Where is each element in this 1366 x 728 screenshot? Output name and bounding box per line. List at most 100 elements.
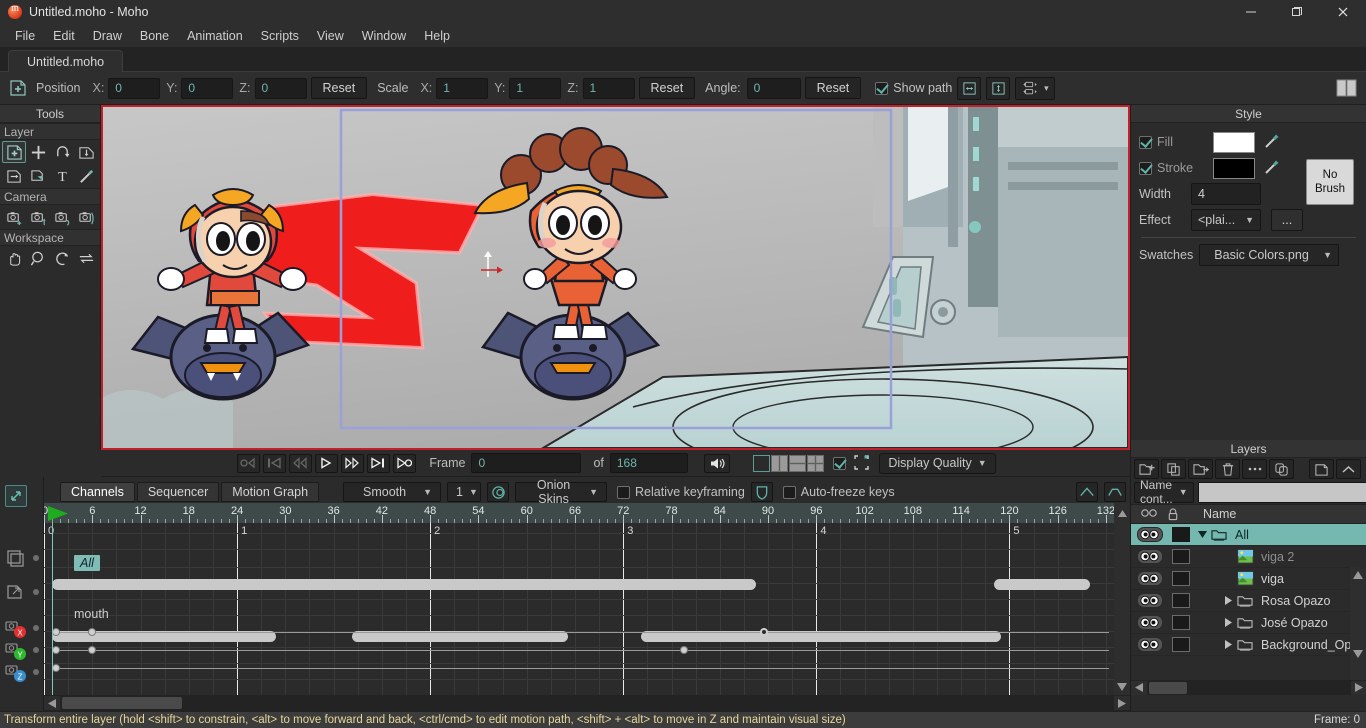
layers-filter-mode-select[interactable]: Name cont... ▼ (1134, 478, 1194, 506)
interp-count-select[interactable]: 1 ▼ (447, 482, 482, 502)
help-book-icon[interactable] (1336, 78, 1358, 98)
roll-camera-tool[interactable] (50, 206, 74, 228)
layer-row[interactable]: Background_Opaz (1131, 634, 1366, 656)
pan-workspace-tool[interactable] (2, 247, 26, 269)
chevron-right-icon[interactable] (1222, 596, 1234, 605)
camera-y-channel-icon[interactable]: Y (5, 639, 27, 661)
tab-sequencer[interactable]: Sequencer (136, 482, 220, 502)
document-tab[interactable]: Untitled.moho (8, 50, 124, 72)
close-button[interactable] (1320, 0, 1366, 24)
layer-row[interactable]: All (1131, 524, 1366, 546)
menu-file[interactable]: File (6, 26, 44, 46)
origin-channel-icon[interactable] (5, 581, 27, 603)
layer-color-chip[interactable] (1172, 593, 1190, 608)
layer-visibility-toggle[interactable] (1137, 637, 1163, 652)
onion-skin-toggle-button[interactable] (487, 482, 510, 502)
pan-tilt-camera-tool[interactable] (74, 206, 98, 228)
nudge-tool-button[interactable]: ▾ (1015, 76, 1056, 100)
rotate-layer-tool[interactable] (50, 141, 74, 163)
layers-vertical-scrollbar[interactable] (1350, 567, 1366, 684)
position-x-input[interactable]: 0 (108, 77, 161, 99)
audio-toggle-button[interactable] (703, 453, 730, 473)
graph-peak-button[interactable] (1076, 482, 1098, 502)
more-options-button[interactable] (1242, 459, 1267, 479)
canvas-viewport[interactable] (101, 105, 1130, 450)
loop-back-button[interactable] (236, 453, 260, 473)
no-brush-button[interactable]: No Brush (1306, 159, 1354, 205)
keyframe-dot[interactable] (52, 664, 60, 672)
layer-color-chip[interactable] (1172, 549, 1190, 564)
tab-channels[interactable]: Channels (60, 482, 135, 502)
stroke-color-swatch[interactable] (1213, 157, 1255, 179)
layers-scroll-down-icon[interactable] (1353, 650, 1363, 658)
transform-layer-tool[interactable] (2, 141, 26, 163)
layers-channel-icon[interactable] (5, 547, 27, 569)
menu-help[interactable]: Help (415, 26, 459, 46)
layer-visibility-toggle[interactable] (1137, 615, 1163, 630)
layer-settings-button[interactable] (1309, 459, 1334, 479)
minimize-button[interactable] (1228, 0, 1274, 24)
scale-y-input[interactable]: 1 (509, 77, 562, 99)
track-camera-tool[interactable] (2, 206, 26, 228)
keyframe-shield-button[interactable] (750, 482, 773, 502)
text-tool[interactable]: T (50, 165, 74, 187)
layer-row[interactable]: Rosa Opazo (1131, 590, 1366, 612)
layer-row[interactable]: viga (1131, 568, 1366, 590)
expand-timeline-icon[interactable] (5, 485, 27, 507)
show-path-checkbox[interactable]: Show path (875, 81, 952, 95)
timeline-scroll-thumb[interactable] (62, 697, 182, 709)
loop-forward-button[interactable] (392, 453, 416, 473)
layer-row[interactable]: José Opazo (1131, 612, 1366, 634)
flip-horizontal-button[interactable] (957, 76, 982, 100)
timeline-vertical-scrollbar[interactable] (1114, 523, 1130, 695)
timeline-ruler[interactable]: 0 6 12 18 24 30 36 42 48 54 60 66 72 78 84 90 96 102 108 11… (44, 503, 1114, 523)
new-layer-button[interactable] (1134, 459, 1159, 479)
timeline-channels-area[interactable]: 012345Allmouth (44, 523, 1114, 695)
interpolation-select[interactable]: Smooth ▼ (343, 482, 442, 502)
copy-layers-button[interactable] (1269, 459, 1294, 479)
add-layer-tool[interactable] (26, 141, 50, 163)
quad-view-button[interactable] (807, 454, 825, 472)
single-view-button[interactable] (753, 454, 771, 472)
flip-vertical-button[interactable] (986, 76, 1011, 100)
width-input[interactable]: 4 (1191, 183, 1261, 205)
layer-color-chip[interactable] (1172, 637, 1190, 652)
jump-to-end-button[interactable] (366, 453, 390, 473)
fill-color-swatch[interactable] (1213, 131, 1255, 153)
step-back-button[interactable] (288, 453, 312, 473)
collapse-panel-button[interactable] (1336, 459, 1361, 479)
stroke-eyedropper-icon[interactable] (1263, 158, 1283, 178)
layers-filter-input[interactable] (1197, 481, 1366, 503)
play-button[interactable] (314, 453, 338, 473)
effect-select[interactable]: <plai... ▼ (1191, 209, 1261, 231)
horizontal-split-view-button[interactable] (789, 454, 807, 472)
stroke-checkbox[interactable] (1139, 161, 1152, 175)
keyframe-dot-selected[interactable] (759, 628, 768, 636)
camera-x-channel-icon[interactable]: X (5, 617, 27, 639)
chevron-right-icon[interactable] (1222, 618, 1234, 627)
angle-reset-button[interactable]: Reset (804, 77, 862, 99)
chevron-down-icon[interactable] (1196, 531, 1208, 538)
chevron-right-icon[interactable] (1222, 640, 1234, 649)
rotate-workspace-tool[interactable] (50, 247, 74, 269)
layers-scroll-left-button[interactable] (1131, 680, 1147, 695)
layer-visibility-toggle[interactable] (1137, 571, 1163, 586)
effect-more-button[interactable]: ... (1271, 209, 1303, 231)
layers-hscroll-thumb[interactable] (1149, 681, 1187, 694)
set-origin-tool[interactable] (2, 165, 26, 187)
timeline-scroll-left-button[interactable] (44, 696, 60, 710)
delete-layer-button[interactable] (1215, 459, 1240, 479)
scale-x-input[interactable]: 1 (436, 77, 489, 99)
fill-eyedropper-icon[interactable] (1263, 132, 1283, 152)
layer-visibility-toggle[interactable] (1137, 593, 1163, 608)
menu-bone[interactable]: Bone (131, 26, 178, 46)
timeline-scroll-up-button[interactable] (1114, 503, 1130, 523)
layer-row[interactable]: viga 2 (1131, 546, 1366, 568)
channel-track-label[interactable]: mouth (74, 607, 109, 621)
playhead-marker[interactable] (48, 506, 70, 521)
layers-scroll-up-icon[interactable] (1353, 571, 1363, 579)
zoom-workspace-tool[interactable] (26, 247, 50, 269)
layer-visibility-toggle[interactable] (1137, 527, 1163, 542)
scale-reset-button[interactable]: Reset (638, 77, 696, 99)
channel-track-label[interactable]: All (74, 555, 100, 571)
